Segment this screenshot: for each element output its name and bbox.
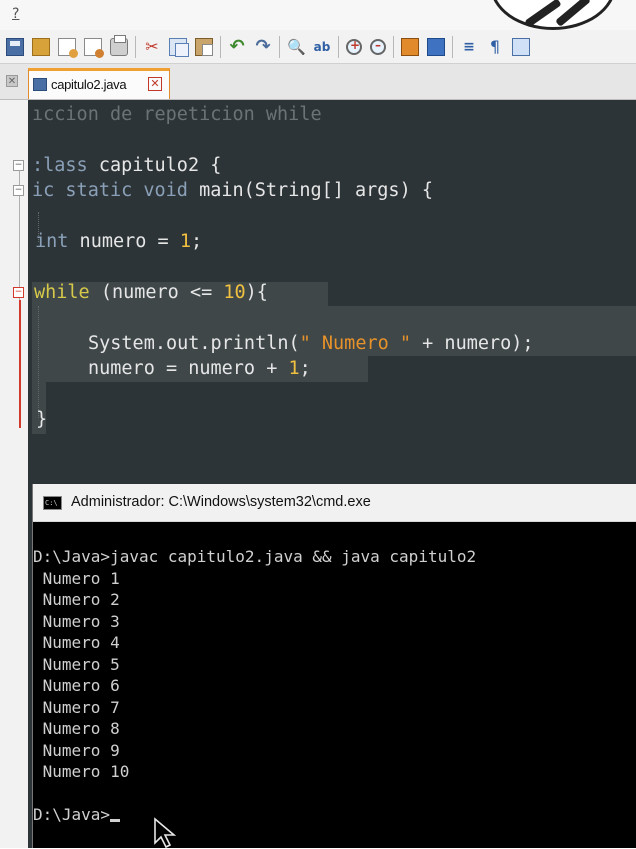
toolbar-separator (135, 35, 136, 58)
cmd-console[interactable]: D:\Java>javac capitulo2.java && java cap… (33, 546, 636, 826)
toolbar: ✂ ↶ ↷ 🔍 ab ≡ ¶ (0, 30, 636, 64)
keyword-int: int (35, 231, 69, 252)
cmd-output-line: Numero 9 (33, 740, 120, 760)
method-signature: main(String[] args) { (187, 180, 433, 201)
print-icon[interactable] (110, 34, 128, 56)
cmd-output-line: Numero 4 (33, 633, 120, 652)
keyword-while: while (34, 282, 90, 303)
cmd-output-line: Numero 7 (33, 697, 120, 717)
cmd-output-line: Numero 2 (33, 590, 120, 609)
cmd-prompt-line[interactable]: D:\Java> (33, 804, 636, 826)
menu-bar: ? (0, 0, 636, 30)
copy-icon[interactable] (169, 37, 189, 57)
keyword-class: :lass (32, 155, 88, 176)
pen-icon (524, 0, 562, 28)
cmd-command-line: D:\Java>javac capitulo2.java && java cap… (33, 547, 477, 566)
keyword-static: ic static (32, 180, 133, 201)
semicolon: ; (190, 231, 203, 252)
cut-icon[interactable]: ✂ (143, 37, 161, 56)
cmd-app-icon: C:\ (43, 496, 62, 510)
close-all-tabs-icon[interactable]: ✕ (6, 75, 18, 87)
save-all-icon[interactable] (32, 37, 50, 56)
fold-while-icon[interactable]: − (13, 287, 24, 298)
undo-icon[interactable]: ↶ (228, 37, 246, 56)
code-line-close-brace: } (36, 409, 48, 430)
code-line-main: ic static void main(String[] args) { (32, 179, 433, 203)
tab-capitulo2-java[interactable]: capitulo2.java ✕ (28, 68, 170, 99)
println-call: System.out.println( (88, 333, 300, 354)
sync-horizontal-icon[interactable] (427, 37, 445, 56)
string-literal: " Numero " (299, 333, 412, 354)
save-icon[interactable] (6, 37, 24, 56)
code-line-comment: ıccion de repeticion while (32, 104, 322, 125)
indent-guide-icon[interactable] (512, 37, 530, 56)
channel-logo (490, 0, 616, 30)
word-wrap-icon[interactable]: ≡ (460, 38, 478, 56)
toolbar-separator (393, 35, 394, 58)
mouse-pointer-icon (154, 817, 177, 849)
tab-label: capitulo2.java (51, 77, 127, 92)
cmd-title-bar[interactable]: C:\ Administrador: C:\Windows\system32\c… (33, 484, 636, 522)
number-literal: 10 (223, 282, 246, 303)
indent-guide (38, 306, 39, 418)
cmd-output-line: Numero 5 (33, 654, 120, 674)
int-declaration: numero = (68, 231, 180, 252)
toolbar-separator (338, 35, 339, 58)
text-cursor (110, 819, 121, 822)
toolbar-separator (220, 35, 221, 58)
keyword-void: void (132, 180, 188, 201)
code-line-println: System.out.println(" Numero " + numero); (88, 332, 534, 356)
while-condition: (numero <= (89, 282, 224, 303)
cmd-output-line: Numero 8 (33, 719, 120, 738)
help-menu[interactable]: ? (12, 6, 19, 22)
toolbar-separator (452, 35, 453, 58)
semicolon: ; (299, 358, 311, 379)
cmd-output-line: Numero 6 (33, 676, 120, 695)
cmd-output-line: Numero 10 (33, 762, 130, 781)
fold-class-icon[interactable]: − (13, 160, 24, 171)
fold-gutter (0, 100, 28, 848)
cmd-output-line: Numero 3 (33, 611, 120, 631)
replace-icon[interactable]: ab (313, 38, 331, 56)
cmd-blank-line (33, 783, 636, 805)
toolbar-separator (279, 35, 280, 58)
class-name: capitulo2 { (87, 155, 222, 176)
code-line-while: while (numero <= 10){ (34, 281, 268, 305)
number-literal: 1 (288, 358, 300, 379)
code-line-increment: numero = numero + 1; (88, 357, 311, 381)
fold-block-marker (19, 300, 21, 428)
show-all-chars-icon[interactable]: ¶ (486, 37, 504, 56)
while-open: ){ (245, 282, 268, 303)
zoom-in-icon[interactable] (346, 38, 362, 55)
close-tab-icon[interactable]: ✕ (148, 77, 162, 91)
saved-file-icon (33, 78, 47, 91)
find-icon[interactable]: 🔍 (287, 38, 306, 56)
redo-icon[interactable]: ↷ (254, 37, 272, 56)
cmd-prompt: D:\Java> (33, 805, 111, 824)
cmd-window[interactable]: C:\ Administrador: C:\Windows\system32\c… (32, 484, 636, 849)
assignment: numero = numero + (88, 358, 289, 379)
paste-icon[interactable] (195, 37, 213, 56)
sync-scroll-icon[interactable] (401, 37, 419, 56)
fold-method-icon[interactable]: − (13, 185, 24, 196)
code-line-int: int numero = 1; (35, 230, 202, 254)
cmd-output-line: Numero 1 (33, 568, 120, 588)
selection-highlight (32, 306, 636, 332)
println-args: + numero); (411, 333, 534, 354)
zoom-out-icon[interactable] (370, 38, 386, 55)
number-literal: 1 (179, 231, 191, 252)
tab-bar: ✕ capitulo2.java ✕ (0, 64, 636, 100)
new-file-icon[interactable] (58, 37, 78, 58)
new-project-icon[interactable] (84, 37, 104, 58)
code-line-class: :lass capitulo2 { (32, 154, 221, 178)
cmd-window-title: Administrador: C:\Windows\system32\cmd.e… (71, 494, 371, 510)
